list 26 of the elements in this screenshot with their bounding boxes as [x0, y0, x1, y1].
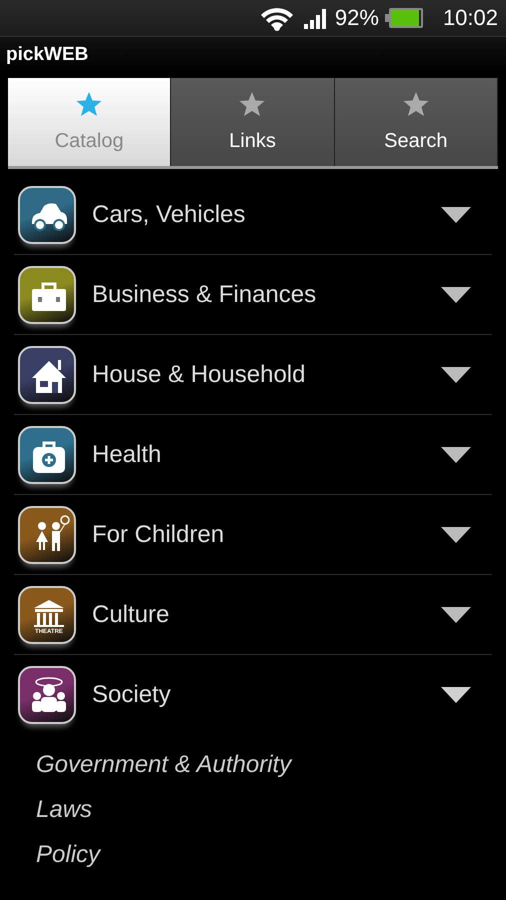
- dropdown-arrow-icon: [440, 364, 472, 384]
- signal-icon: [302, 7, 329, 29]
- battery-percent: 92%: [334, 5, 379, 31]
- subcategory-item[interactable]: Policy: [14, 832, 492, 877]
- category-label[interactable]: For Children: [92, 520, 424, 548]
- dropdown-arrow-icon: [440, 684, 472, 704]
- category-label[interactable]: Cars, Vehicles: [92, 200, 424, 228]
- category-label[interactable]: Health: [92, 440, 424, 468]
- category-label[interactable]: Society: [92, 680, 424, 708]
- star-icon: [402, 90, 430, 118]
- subcategory-item[interactable]: Laws: [14, 787, 492, 832]
- dropdown-arrow-icon: [440, 524, 472, 544]
- dropdown-arrow-icon: [440, 444, 472, 464]
- dropdown-arrow-icon: [440, 604, 472, 624]
- category-label[interactable]: Culture: [92, 600, 424, 628]
- category-label[interactable]: House & Household: [92, 360, 424, 388]
- clock-time: 10:02: [442, 5, 498, 31]
- dropdown-arrow-icon: [440, 204, 472, 224]
- tab[interactable]: Search: [334, 78, 498, 166]
- subcategory-item[interactable]: Government & Authority: [14, 742, 492, 787]
- tab[interactable]: Links: [171, 78, 335, 166]
- app-title: pickWEB: [6, 44, 88, 66]
- dropdown-arrow-icon: [440, 284, 472, 304]
- category-label[interactable]: Business & Finances: [92, 280, 424, 308]
- star-icon: [75, 90, 104, 118]
- star-icon: [238, 90, 266, 118]
